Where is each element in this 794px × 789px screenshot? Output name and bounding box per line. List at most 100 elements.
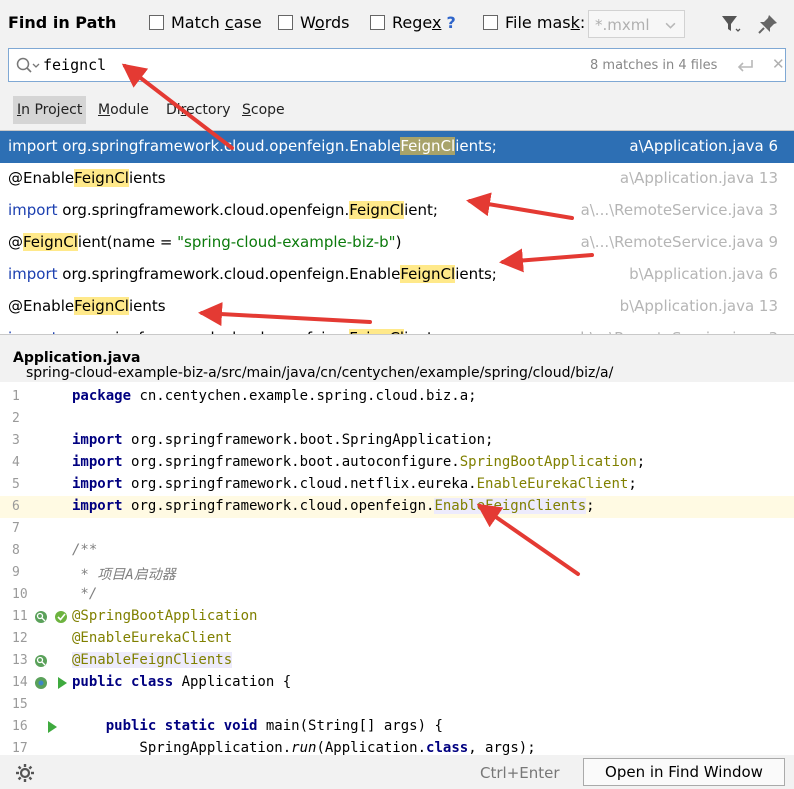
file-mask-select[interactable]: *.mxml xyxy=(588,10,685,38)
code-line: 1 package cn.centychen.example.spring.clo… xyxy=(0,386,794,408)
line-number: 8 xyxy=(12,543,20,558)
code-token: (Application. xyxy=(316,740,427,755)
code-token: EnableEurekaClient xyxy=(476,476,629,492)
code-text: import org.springframework.boot.autoconf… xyxy=(72,454,645,470)
code-preview[interactable]: 1 package cn.centychen.example.spring.clo… xyxy=(0,382,794,755)
file-mask-checkbox[interactable]: File mask: xyxy=(483,13,585,32)
code-token: import xyxy=(72,454,132,470)
find-usages-icon[interactable] xyxy=(34,610,48,624)
result-row[interactable]: import org.springframework.cloud.openfei… xyxy=(0,131,794,163)
checkbox-box[interactable] xyxy=(149,15,164,30)
open-in-find-window-button[interactable]: Open in Find Window xyxy=(583,758,785,786)
code-line: 15 xyxy=(0,694,794,716)
code-text: @EnableFeignClients xyxy=(72,652,233,668)
match-highlight: FeignCl xyxy=(400,137,456,155)
result-row[interactable]: @FeignClient(name = "spring-cloud-exampl… xyxy=(0,227,794,259)
code-text: import org.springframework.cloud.openfei… xyxy=(72,498,595,514)
result-row[interactable]: import org.springframework.cloud.openfei… xyxy=(0,195,794,227)
checkbox-box[interactable] xyxy=(370,15,385,30)
code-token: SpringApplication. xyxy=(72,740,292,755)
results-list[interactable]: import org.springframework.cloud.openfei… xyxy=(0,130,794,334)
match-highlight: FeignCl xyxy=(23,233,78,251)
code-token: import xyxy=(72,498,132,514)
tab-directory[interactable]: Directory xyxy=(162,96,235,124)
pin-icon[interactable] xyxy=(757,13,779,35)
line-number: 9 xyxy=(12,565,20,580)
code-text: * 项目A启动器 xyxy=(72,564,175,584)
code-token: import xyxy=(72,476,132,492)
file-name: Application.java xyxy=(13,350,141,366)
result-file: b\Application.java 6 xyxy=(629,265,778,283)
checkbox-box[interactable] xyxy=(278,15,293,30)
regex-label: Regex xyxy=(392,13,442,32)
code-line: 2 xyxy=(0,408,794,430)
code-token: ; xyxy=(636,454,646,470)
match-highlight: FeignCl xyxy=(74,169,129,187)
run-icon[interactable] xyxy=(56,676,70,690)
tab-in-project[interactable]: In Project xyxy=(13,96,87,124)
code-token: @ xyxy=(8,233,23,251)
search-input[interactable] xyxy=(43,53,443,77)
line-number: 11 xyxy=(12,609,28,624)
search-field[interactable]: 8 matches in 4 files ✕ xyxy=(8,48,786,82)
code-token: @SpringBootApplication xyxy=(72,608,258,624)
result-code: @EnableFeignClients xyxy=(8,297,166,315)
spring-bean-icon[interactable] xyxy=(54,610,68,624)
code-token: @Enable xyxy=(8,169,75,187)
line-number: 16 xyxy=(12,719,28,734)
code-text: public static void main(String[] args) { xyxy=(72,718,443,734)
checkbox-box[interactable] xyxy=(483,15,498,30)
code-token: @EnableFeignClients xyxy=(72,652,233,668)
line-number: 6 xyxy=(12,499,20,514)
code-text: public class Application { xyxy=(72,674,291,690)
code-line: 11 @SpringBootApplication xyxy=(0,606,794,628)
result-row[interactable]: @EnableFeignClients a\Application.java 13 xyxy=(0,163,794,195)
code-token: import xyxy=(8,265,63,283)
code-line: 3 import org.springframework.boot.SpringA… xyxy=(0,430,794,452)
search-icon[interactable] xyxy=(15,56,41,76)
code-token: public static void xyxy=(72,718,266,734)
code-token: org.springframework.cloud.openfeign.Enab… xyxy=(62,265,401,283)
result-row[interactable]: import org.springframework.cloud.openfei… xyxy=(0,259,794,291)
match-case-label: Match case xyxy=(171,13,262,32)
code-token: import xyxy=(8,137,63,155)
result-row[interactable]: @EnableFeignClients b\Application.java 13 xyxy=(0,291,794,323)
line-number: 12 xyxy=(12,631,28,646)
close-icon[interactable]: ✕ xyxy=(772,55,785,73)
code-text: /** xyxy=(72,542,97,558)
code-token: SpringBootApplication xyxy=(459,454,637,470)
words-checkbox[interactable]: Words xyxy=(278,13,349,32)
code-line: 4 import org.springframework.boot.autocon… xyxy=(0,452,794,474)
line-number: 2 xyxy=(12,411,20,426)
gear-icon[interactable] xyxy=(15,763,35,783)
code-token: ients; xyxy=(455,265,497,283)
code-token: class xyxy=(426,740,469,755)
line-number: 14 xyxy=(12,675,28,690)
result-row[interactable]: import org.springframework.cloud.openfei… xyxy=(0,323,794,334)
file-mask-label: File mask: xyxy=(505,13,586,32)
run-icon[interactable] xyxy=(46,720,60,734)
line-number: 5 xyxy=(12,477,20,492)
tab-scope[interactable]: Scope xyxy=(238,96,289,124)
enter-icon[interactable] xyxy=(735,58,755,74)
code-token: import xyxy=(8,201,63,219)
match-case-checkbox[interactable]: Match case xyxy=(149,13,262,32)
code-token: run xyxy=(291,740,317,755)
spring-bean-icon[interactable] xyxy=(34,676,48,690)
regex-help-link[interactable]: ? xyxy=(446,13,455,32)
code-token: package xyxy=(72,388,140,404)
tab-module[interactable]: Module xyxy=(94,96,153,124)
line-number: 15 xyxy=(12,697,28,712)
regex-checkbox[interactable]: Regex ? xyxy=(370,13,456,32)
code-line: 12 @EnableEurekaClient xyxy=(0,628,794,650)
result-code: @FeignClient(name = "spring-cloud-exampl… xyxy=(8,233,401,251)
code-line: 14 public class Application { xyxy=(0,672,794,694)
code-line: 6 import org.springframework.cloud.openfe… xyxy=(0,496,794,518)
filter-icon[interactable] xyxy=(720,13,742,35)
code-token: , args); xyxy=(468,740,536,755)
code-text: @EnableEurekaClient xyxy=(72,630,232,646)
code-line: 5 import org.springframework.cloud.netfli… xyxy=(0,474,794,496)
code-token: ) xyxy=(395,233,402,251)
find-usages-icon[interactable] xyxy=(34,654,48,668)
code-line: 10 */ xyxy=(0,584,794,606)
